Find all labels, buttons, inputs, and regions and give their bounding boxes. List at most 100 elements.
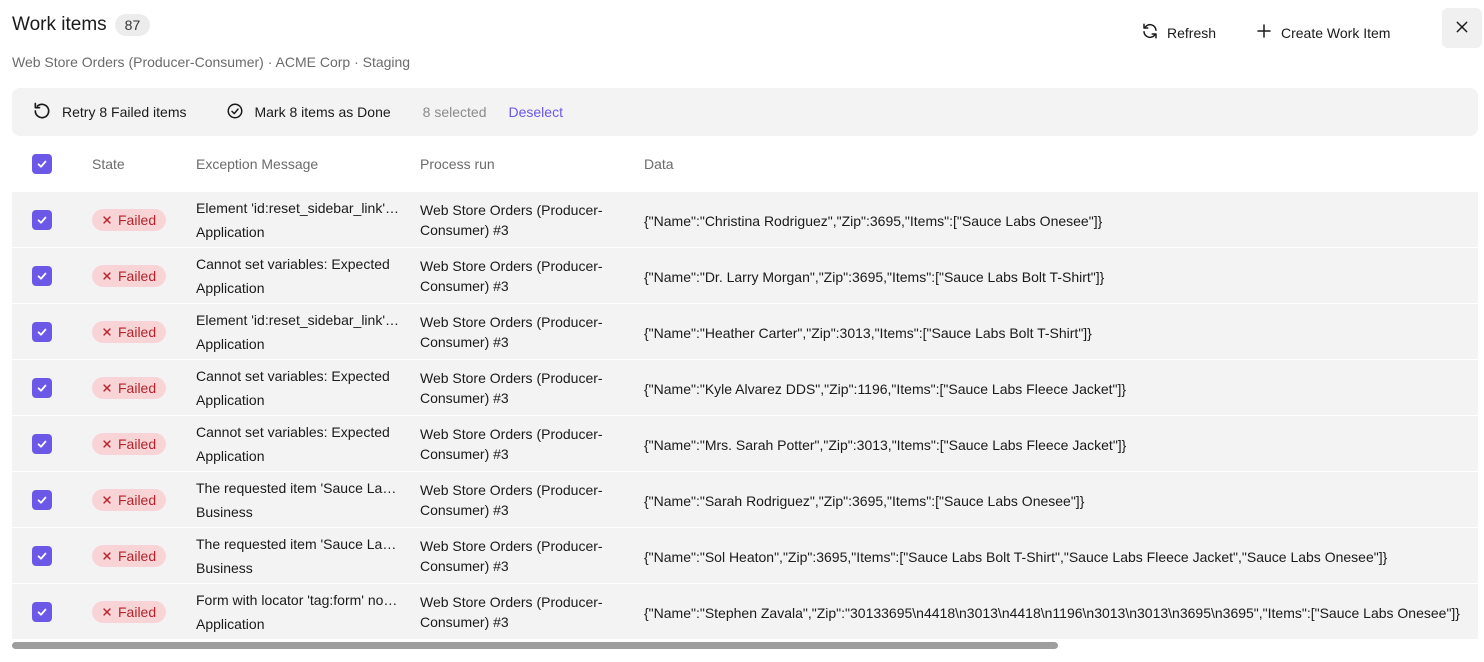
table-row[interactable]: Failed The requested item 'Sauce Labs On…: [12, 472, 1484, 528]
table-row[interactable]: Failed The requested item 'Sauce Labs On…: [12, 528, 1484, 584]
mark-done-button[interactable]: Mark 8 items as Done: [226, 102, 391, 123]
data-cell: {"Name":"Dr. Larry Morgan","Zip":3695,"I…: [644, 268, 1105, 285]
state-cell: Failed: [92, 600, 196, 623]
table-header: State Exception Message Process run Data: [12, 136, 1484, 192]
table-row[interactable]: Failed Cannot set variables: Expected Ap…: [12, 248, 1484, 304]
state-cell: Failed: [92, 376, 196, 399]
deselect-link[interactable]: Deselect: [508, 104, 562, 120]
process-run-link[interactable]: Web Store Orders (Producer-Consumer) #3: [420, 312, 620, 352]
refresh-button[interactable]: Refresh: [1141, 22, 1225, 43]
process-run-link[interactable]: Web Store Orders (Producer-Consumer) #3: [420, 256, 620, 296]
column-header-process-run[interactable]: Process run: [420, 156, 644, 172]
column-header-state[interactable]: State: [92, 156, 196, 172]
selected-count: 8 selected: [422, 104, 487, 120]
row-select-cell: [12, 209, 92, 230]
table-row[interactable]: Failed Cannot set variables: Expected Ap…: [12, 360, 1484, 416]
retry-icon: [32, 101, 52, 124]
status-badge: Failed: [92, 432, 167, 455]
scrollbar-thumb[interactable]: [12, 642, 1058, 649]
status-badge: Failed: [92, 544, 167, 567]
status-label: Failed: [118, 267, 157, 284]
row-select-cell: [12, 321, 92, 342]
exception-type: Business: [196, 503, 253, 520]
row-checkbox[interactable]: [32, 377, 52, 398]
checkbox-checked-icon: [37, 608, 47, 616]
process-run-cell: Web Store Orders (Producer-Consumer) #3: [420, 592, 644, 632]
exception-message: Cannot set variables: Expected: [196, 423, 390, 440]
exception-message: Form with locator 'tag:form' not found: [196, 591, 400, 608]
x-icon: [102, 492, 112, 508]
exception-type: Application: [196, 615, 265, 632]
row-checkbox[interactable]: [32, 265, 52, 286]
status-label: Failed: [118, 323, 157, 340]
table-row[interactable]: Failed Cannot set variables: Expected Ap…: [12, 416, 1484, 472]
process-run-link[interactable]: Web Store Orders (Producer-Consumer) #3: [420, 536, 620, 576]
select-all-cell: [12, 154, 92, 174]
table-row[interactable]: Failed Element 'id:reset_sidebar_link' n…: [12, 192, 1484, 248]
checkbox-checked-icon: [37, 440, 47, 448]
row-checkbox[interactable]: [32, 209, 52, 230]
breadcrumb: Web Store Orders (Producer-Consumer) · A…: [12, 54, 411, 70]
process-run-link[interactable]: Web Store Orders (Producer-Consumer) #3: [420, 368, 620, 408]
exception-cell: Cannot set variables: Expected Applicati…: [196, 420, 420, 468]
data-cell: {"Name":"Heather Carter","Zip":3013,"Ite…: [644, 324, 1092, 341]
status-badge: Failed: [92, 488, 167, 511]
row-checkbox[interactable]: [32, 321, 52, 342]
page-title: Work items: [12, 14, 107, 35]
process-run-cell: Web Store Orders (Producer-Consumer) #3: [420, 312, 644, 352]
row-checkbox[interactable]: [32, 545, 52, 566]
status-label: Failed: [118, 547, 157, 564]
create-work-item-button[interactable]: Create Work Item: [1255, 22, 1403, 43]
refresh-label: Refresh: [1167, 24, 1217, 41]
exception-cell: The requested item 'Sauce Labs Onesee' B…: [196, 476, 420, 524]
row-checkbox[interactable]: [32, 489, 52, 510]
row-checkbox[interactable]: [32, 601, 52, 622]
exception-type: Application: [196, 279, 265, 296]
process-run-link[interactable]: Web Store Orders (Producer-Consumer) #3: [420, 424, 620, 464]
status-badge: Failed: [92, 264, 167, 287]
create-work-item-label: Create Work Item: [1281, 24, 1391, 41]
status-badge: Failed: [92, 600, 167, 623]
status-label: Failed: [118, 379, 157, 396]
status-badge: Failed: [92, 376, 167, 399]
row-checkbox[interactable]: [32, 433, 52, 454]
retry-failed-button[interactable]: Retry 8 Failed items: [32, 101, 186, 124]
table-row[interactable]: Failed Form with locator 'tag:form' not …: [12, 584, 1484, 640]
process-run-link[interactable]: Web Store Orders (Producer-Consumer) #3: [420, 480, 620, 520]
exception-cell: Element 'id:reset_sidebar_link' not foun…: [196, 196, 420, 244]
table-edge: [1478, 192, 1484, 640]
data-cell: {"Name":"Mrs. Sarah Potter","Zip":3013,"…: [644, 436, 1127, 453]
column-header-data[interactable]: Data: [644, 156, 1484, 172]
process-run-link[interactable]: Web Store Orders (Producer-Consumer) #3: [420, 200, 620, 240]
row-select-cell: [12, 265, 92, 286]
exception-cell: The requested item 'Sauce Labs Onesee' B…: [196, 532, 420, 580]
checkbox-checked-icon: [37, 328, 47, 336]
x-icon: [102, 268, 112, 284]
x-icon: [102, 436, 112, 452]
row-select-cell: [12, 489, 92, 510]
row-select-cell: [12, 377, 92, 398]
data-cell: {"Name":"Kyle Alvarez DDS","Zip":1196,"I…: [644, 380, 1127, 397]
horizontal-scrollbar: [12, 640, 1484, 650]
row-select-cell: [12, 545, 92, 566]
row-select-cell: [12, 433, 92, 454]
select-all-checkbox[interactable]: [32, 154, 52, 174]
data-cell: {"Name":"Stephen Zavala","Zip":"30133695…: [644, 604, 1460, 621]
x-icon: [102, 380, 112, 396]
state-cell: Failed: [92, 264, 196, 287]
exception-type: Application: [196, 223, 265, 240]
process-run-cell: Web Store Orders (Producer-Consumer) #3: [420, 480, 644, 520]
exception-cell: Element 'id:reset_sidebar_link' not foun…: [196, 308, 420, 356]
process-run-cell: Web Store Orders (Producer-Consumer) #3: [420, 424, 644, 464]
x-icon: [102, 324, 112, 340]
process-run-cell: Web Store Orders (Producer-Consumer) #3: [420, 536, 644, 576]
process-run-link[interactable]: Web Store Orders (Producer-Consumer) #3: [420, 592, 620, 632]
column-header-exception[interactable]: Exception Message: [196, 156, 420, 172]
exception-type: Business: [196, 559, 253, 576]
table-row[interactable]: Failed Element 'id:reset_sidebar_link' n…: [12, 304, 1484, 360]
data-cell: {"Name":"Christina Rodriguez","Zip":3695…: [644, 212, 1103, 229]
status-badge: Failed: [92, 208, 167, 231]
status-label: Failed: [118, 491, 157, 508]
close-button[interactable]: [1442, 8, 1482, 48]
status-label: Failed: [118, 435, 157, 452]
